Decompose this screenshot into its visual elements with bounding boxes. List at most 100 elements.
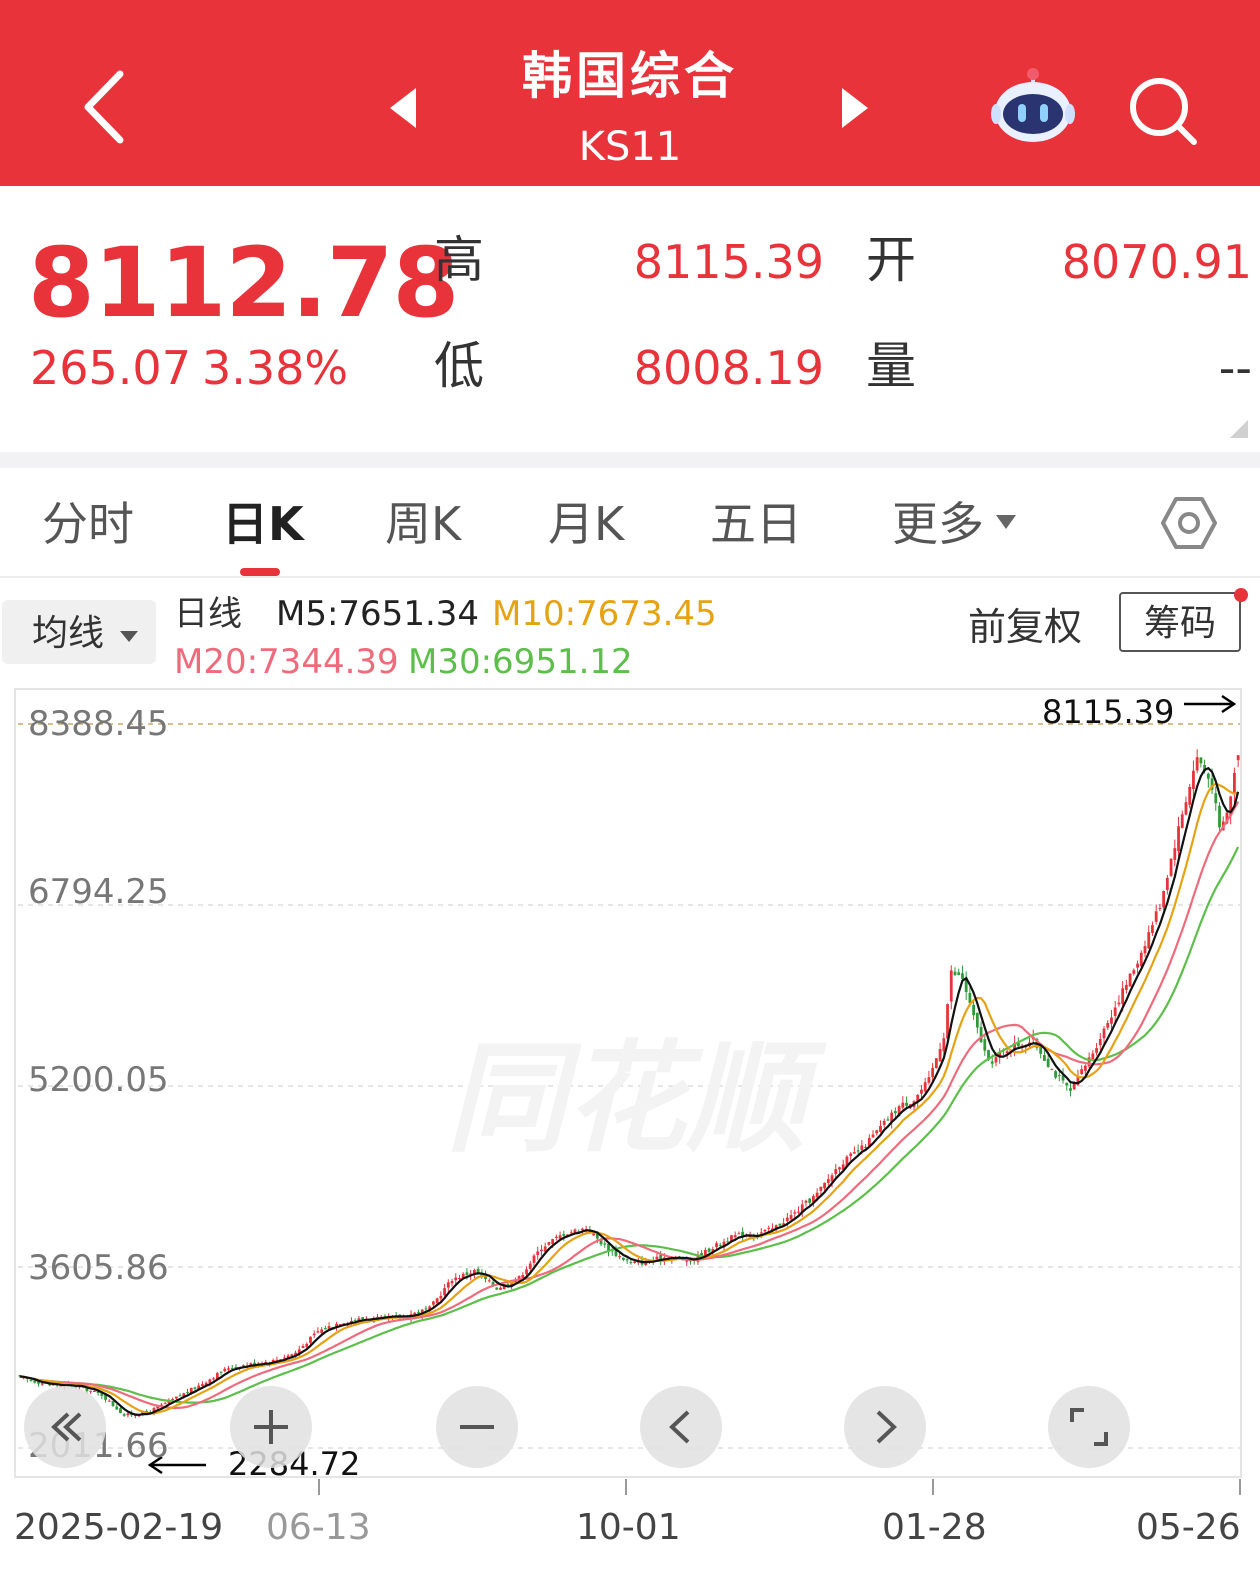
candle-body xyxy=(849,1153,853,1156)
double-chevron-left-icon xyxy=(51,1412,82,1442)
candle-body xyxy=(1043,1055,1046,1061)
candle-body xyxy=(1165,877,1169,891)
candle-body xyxy=(856,1150,860,1152)
candle-body xyxy=(1054,1071,1057,1078)
tab-daily-k[interactable]: 日K xyxy=(222,496,304,552)
adjust-mode-button[interactable]: 前复权 xyxy=(968,604,1082,650)
candle-body xyxy=(107,1400,111,1402)
candle-body xyxy=(1151,925,1154,933)
candle-body xyxy=(122,1414,126,1416)
candle-body xyxy=(327,1326,331,1329)
candle-body xyxy=(923,1082,927,1092)
candle-body xyxy=(540,1249,543,1252)
candle-body xyxy=(193,1387,197,1389)
candle-body xyxy=(1158,907,1162,909)
candle-body xyxy=(1106,1023,1110,1028)
candle-body xyxy=(1214,793,1218,804)
candle-body xyxy=(1102,1028,1106,1039)
candle-body xyxy=(171,1398,175,1400)
chevron-left-icon xyxy=(669,1410,690,1444)
zoom-out-button[interactable] xyxy=(436,1386,518,1468)
candle-body xyxy=(1121,988,1125,1004)
tab-more[interactable]: 更多 xyxy=(892,496,984,552)
robot-assistant-icon[interactable] xyxy=(990,66,1076,146)
candle-body xyxy=(707,1248,711,1252)
expand-corner-icon[interactable] xyxy=(1228,418,1250,440)
watermark: 同花顺 xyxy=(446,1030,827,1169)
chips-button[interactable]: 筹码 xyxy=(1119,592,1241,652)
candle-body xyxy=(1132,970,1136,974)
chevron-down-icon xyxy=(120,631,138,642)
candle-body xyxy=(938,1049,942,1062)
candle-body xyxy=(934,1058,938,1069)
high-label: 高 xyxy=(434,231,484,289)
candle-body xyxy=(1128,973,1132,987)
candle-body xyxy=(443,1288,446,1296)
candle-body xyxy=(767,1227,771,1229)
candle-body xyxy=(979,1026,983,1043)
candle-body xyxy=(1177,826,1180,851)
candle-body xyxy=(942,1038,946,1052)
candle-body xyxy=(797,1211,800,1213)
candle-body xyxy=(562,1234,566,1236)
candle-body xyxy=(1050,1068,1054,1070)
scroll-right-button[interactable] xyxy=(844,1386,926,1468)
low-value: 8008.19 xyxy=(633,341,824,395)
candle-body xyxy=(536,1251,540,1256)
max-price-marker: 8115.39 xyxy=(1042,693,1175,731)
candle-body xyxy=(961,973,964,979)
candle-body xyxy=(417,1312,420,1314)
x-tick-label: 06-13 xyxy=(266,1507,371,1548)
candle-body xyxy=(778,1223,782,1226)
prev-stock-icon[interactable] xyxy=(386,86,420,130)
scroll-left-button[interactable] xyxy=(640,1386,722,1468)
candle-body xyxy=(201,1384,204,1386)
zoom-in-button[interactable] xyxy=(230,1386,312,1468)
candle-body xyxy=(834,1169,838,1174)
candle-body xyxy=(528,1263,532,1269)
candle-body xyxy=(994,1057,998,1063)
candle-body xyxy=(29,1380,33,1382)
tab-monthly-k[interactable]: 月K xyxy=(548,496,624,552)
stock-code: KS11 xyxy=(578,124,682,170)
section-divider xyxy=(0,452,1260,468)
next-stock-icon[interactable] xyxy=(838,86,872,130)
candle-body xyxy=(465,1272,469,1275)
tab-intraday[interactable]: 分时 xyxy=(42,496,134,552)
tab-five-day[interactable]: 五日 xyxy=(710,496,802,552)
back-icon[interactable] xyxy=(80,70,130,144)
candle-body xyxy=(1117,1002,1121,1005)
candle-body xyxy=(625,1259,629,1261)
candle-body xyxy=(532,1255,536,1263)
candle-body xyxy=(1188,786,1192,805)
candle-body xyxy=(655,1256,659,1260)
settings-icon[interactable] xyxy=(1160,494,1218,552)
candle-body xyxy=(737,1233,741,1235)
fullscreen-button[interactable] xyxy=(1048,1386,1130,1468)
line-type-label: 日线 xyxy=(174,594,242,634)
price-change-percent: 3.38% xyxy=(202,341,349,395)
candle-body xyxy=(1169,858,1173,876)
candle-body xyxy=(886,1119,890,1121)
candle-body xyxy=(1046,1058,1050,1067)
candle-body xyxy=(521,1275,525,1278)
candle-body xyxy=(975,1012,979,1028)
search-icon[interactable] xyxy=(1126,74,1200,148)
candle-body xyxy=(1095,1048,1098,1053)
candle-body xyxy=(1098,1039,1102,1046)
candle-body xyxy=(554,1236,558,1239)
candle-body xyxy=(860,1145,864,1150)
x-tick-label: 05-26 xyxy=(1136,1507,1241,1548)
candle-body xyxy=(785,1217,789,1222)
candle-body xyxy=(424,1308,428,1310)
candle-body xyxy=(733,1235,737,1238)
candle-body xyxy=(618,1256,622,1258)
candle-body xyxy=(901,1102,905,1108)
candle-body xyxy=(361,1317,365,1320)
candle-body xyxy=(875,1130,879,1134)
ma-dropdown-label: 均线 xyxy=(32,613,105,654)
candle-body xyxy=(432,1301,435,1305)
tab-weekly-k[interactable]: 周K xyxy=(385,496,461,552)
candle-body xyxy=(450,1281,454,1284)
scroll-start-button[interactable] xyxy=(24,1386,106,1468)
